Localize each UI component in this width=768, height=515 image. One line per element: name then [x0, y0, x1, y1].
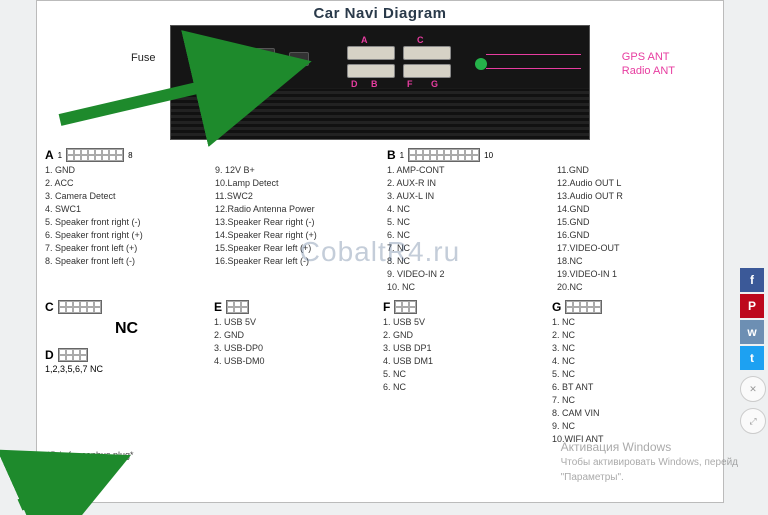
- pin-entry: 2. GND: [214, 329, 377, 342]
- pin-entry: 13.Audio OUT R: [557, 190, 717, 203]
- pin-entry: 4. USB DM1: [383, 355, 546, 368]
- connector-f-section: F 1. USB 5V2. GND3. USB DP14. USB DM15. …: [383, 298, 546, 446]
- pin-entry: 17.VIDEO-OUT: [557, 242, 717, 255]
- pinbox-b: [408, 148, 480, 162]
- expand-icon[interactable]: ⤢: [740, 408, 766, 434]
- pin-entry: 9. 12V B+: [215, 164, 375, 177]
- pin-entry: 5. Speaker front right (-): [45, 216, 205, 229]
- fuse-slot: [237, 48, 275, 70]
- pin-entry: 16.GND: [557, 229, 717, 242]
- head-unit-photo: Fuse A C D B F G GPS ANT Radio ANT: [170, 25, 590, 140]
- pin-entry: 5. NC: [387, 216, 547, 229]
- pin-entry: 10. NC: [387, 281, 547, 294]
- connector-c-section: C NC D 1,2,3,5,6,7 NC: [45, 298, 208, 446]
- pinlist-f: 1. USB 5V2. GND3. USB DP14. USB DM15. NC…: [383, 316, 546, 394]
- pin-entry: 12.Radio Antenna Power: [215, 203, 375, 216]
- pin-entry: 13.Speaker Rear right (-): [215, 216, 375, 229]
- pin-entry: 4. USB-DM0: [214, 355, 377, 368]
- pin-entry: 5. NC: [552, 368, 715, 381]
- pin-entry: 19.VIDEO-IN 1: [557, 268, 717, 281]
- close-icon[interactable]: ✕: [740, 376, 766, 402]
- pin-entry: 6. BT ANT: [552, 381, 715, 394]
- pin-entry: 5. NC: [383, 368, 546, 381]
- pin-entry: 6. Speaker front right (+): [45, 229, 205, 242]
- share-facebook[interactable]: f: [740, 268, 764, 292]
- share-vk[interactable]: w: [740, 320, 764, 344]
- pin-entry: 7. NC: [387, 242, 547, 255]
- diagram-frame: Car Navi Diagram Fuse A C D B F G GPS AN…: [36, 0, 724, 503]
- connector-g-section: G 1. NC2. NC3. NC4. NC5. NC6. BT ANT7. N…: [552, 298, 715, 446]
- pin-entry: 4. NC: [552, 355, 715, 368]
- windows-activation-overlay: Активация Windows Чтобы активировать Win…: [561, 440, 738, 485]
- connector-block: A C D B F G: [347, 46, 457, 80]
- pinlist-b: 1. AMP-CONT2. AUX-R IN3. AUX-L IN4. NC5.…: [387, 164, 717, 294]
- pin-entry: 6. NC: [387, 229, 547, 242]
- pin-entry: 12.Audio OUT L: [557, 177, 717, 190]
- pin-entry: 20.NC: [557, 281, 717, 294]
- pinlist-e: 1. USB 5V2. GND3. USB-DP04. USB-DM0: [214, 316, 377, 368]
- pin-entry: 7. NC: [552, 394, 715, 407]
- pin-entry: 1. USB 5V: [214, 316, 377, 329]
- pin-entry: 18.NC: [557, 255, 717, 268]
- pin-entry: 14.GND: [557, 203, 717, 216]
- pin-entry: 3. AUX-L IN: [387, 190, 547, 203]
- pinbox-d: [58, 348, 88, 362]
- pinbox-c: [58, 300, 102, 314]
- pin-entry: 8. Speaker front left (-): [45, 255, 205, 268]
- pinlist-g: 1. NC2. NC3. NC4. NC5. NC6. BT ANT7. NC8…: [552, 316, 715, 446]
- pin-entry: 1. AMP-CONT: [387, 164, 547, 177]
- antenna-labels: GPS ANT Radio ANT: [622, 50, 675, 78]
- pin-entry: 10.Lamp Detect: [215, 177, 375, 190]
- mini-slot: [289, 52, 309, 66]
- connector-b-section: B 1 10 1. AMP-CONT2. AUX-R IN3. AUX-L IN…: [387, 146, 717, 294]
- pin-entry: 7. Speaker front left (+): [45, 242, 205, 255]
- pin-entry: 4. SWC1: [45, 203, 205, 216]
- pin-entry: 3. USB DP1: [383, 342, 546, 355]
- pinlist-a: 1. GND2. ACC3. Camera Detect4. SWC15. Sp…: [45, 164, 375, 268]
- pinbox-e: [226, 300, 249, 314]
- share-twitter[interactable]: t: [740, 346, 764, 370]
- share-bar: f P w t ✕ ⤢: [740, 268, 766, 434]
- pin-entry: 1. USB 5V: [383, 316, 546, 329]
- pinbox-a: [66, 148, 124, 162]
- pin-entry: 1. GND: [45, 164, 205, 177]
- pin-entry: 9. VIDEO-IN 2: [387, 268, 547, 281]
- pinbox-g: [565, 300, 602, 314]
- pin-entry: 9. NC: [552, 420, 715, 433]
- pinbox-f: [394, 300, 417, 314]
- page-title: Car Navi Diagram: [37, 5, 723, 22]
- pin-entry: 4. NC: [387, 203, 547, 216]
- pin-entry: 11.SWC2: [215, 190, 375, 203]
- share-pinterest[interactable]: P: [740, 294, 764, 318]
- pin-entry: 14.Speaker Rear right (+): [215, 229, 375, 242]
- connector-e-section: E 1. USB 5V2. GND3. USB-DP04. USB-DM0: [214, 298, 377, 446]
- pin-entry: 16.Speaker Rear left (-): [215, 255, 375, 268]
- pin-entry: 11.GND: [557, 164, 717, 177]
- pin-entry: 8. NC: [387, 255, 547, 268]
- pin-entry: 3. NC: [552, 342, 715, 355]
- pin-entry: 2. GND: [383, 329, 546, 342]
- pin-entry: 2. ACC: [45, 177, 205, 190]
- pin-entry: 8. CAM VIN: [552, 407, 715, 420]
- pin-entry: 15.Speaker Rear left (+): [215, 242, 375, 255]
- pin-entry: 15.GND: [557, 216, 717, 229]
- pin-entry: 1. NC: [552, 316, 715, 329]
- pin-entry: 2. AUX-R IN: [387, 177, 547, 190]
- pin-entry: 3. Camera Detect: [45, 190, 205, 203]
- pin-entry: 2. NC: [552, 329, 715, 342]
- pin-entry: 6. NC: [383, 381, 546, 394]
- pin-entry: 3. USB-DP0: [214, 342, 377, 355]
- fuse-label: Fuse: [131, 52, 155, 64]
- connector-a-section: A 1 8 1. GND2. ACC3. Camera Detect4. SWC…: [45, 146, 375, 294]
